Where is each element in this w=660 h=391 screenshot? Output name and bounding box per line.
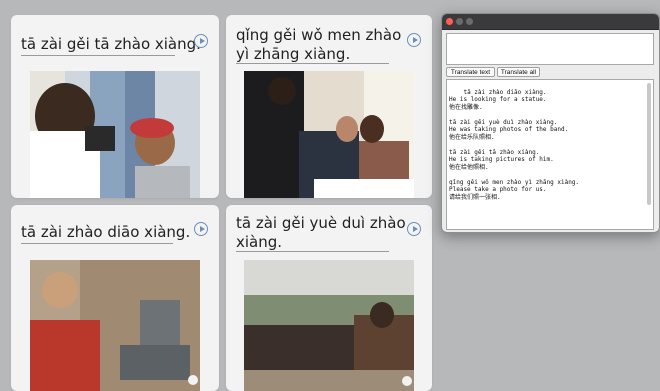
translate-text-button[interactable]: Translate text	[446, 67, 495, 77]
card-title-line-2: xiàng.	[236, 233, 283, 251]
photo-card-1	[30, 71, 200, 198]
close-window-icon[interactable]	[446, 18, 453, 25]
title-underline	[21, 243, 173, 244]
translation-output-text: tā zài zhào diāo xiàng. He is looking fo…	[449, 88, 580, 201]
play-audio-icon[interactable]	[407, 33, 421, 47]
title-underline	[236, 63, 389, 64]
photo-card-3	[30, 260, 200, 391]
card-2: qǐng gěi wǒ men zhào yì zhāng xiàng.	[226, 15, 432, 198]
card-title-line-1: qǐng gěi wǒ men zhào	[236, 26, 402, 44]
minimize-window-icon[interactable]	[456, 18, 463, 25]
card-1: tā zài gěi tā zhào xiàng.	[11, 15, 219, 198]
translation-output[interactable]: tā zài zhào diāo xiàng. He is looking fo…	[446, 79, 654, 230]
card-title: tā zài zhào diāo xiàng.	[21, 223, 191, 241]
card-title: tā zài gěi tā zhào xiàng.	[21, 35, 201, 53]
window-titlebar[interactable]	[442, 14, 659, 30]
output-scrollbar[interactable]	[647, 83, 651, 205]
play-audio-icon[interactable]	[194, 222, 208, 236]
photo-card-4	[244, 260, 414, 391]
card-title-line-1: tā zài gěi yuè duì zhào	[236, 214, 406, 232]
translate-all-button[interactable]: Translate all	[497, 67, 540, 77]
photo-illustration	[244, 260, 414, 391]
photo-illustration	[30, 260, 200, 391]
title-underline	[236, 251, 389, 252]
zoom-window-icon[interactable]	[466, 18, 473, 25]
photo-illustration	[244, 71, 414, 198]
card-3: tā zài zhào diāo xiàng.	[11, 205, 219, 391]
title-underline	[21, 55, 175, 56]
translator-window: Translate text Translate all tā zài zhào…	[441, 13, 660, 233]
card-4: tā zài gěi yuè duì zhào xiàng.	[226, 205, 432, 391]
photo-illustration	[30, 71, 200, 198]
source-text-input[interactable]	[446, 33, 654, 65]
play-audio-icon[interactable]	[407, 222, 421, 236]
play-audio-icon[interactable]	[194, 34, 208, 48]
photo-card-2	[244, 71, 414, 198]
card-title-line-2: yì zhāng xiàng.	[236, 45, 351, 63]
